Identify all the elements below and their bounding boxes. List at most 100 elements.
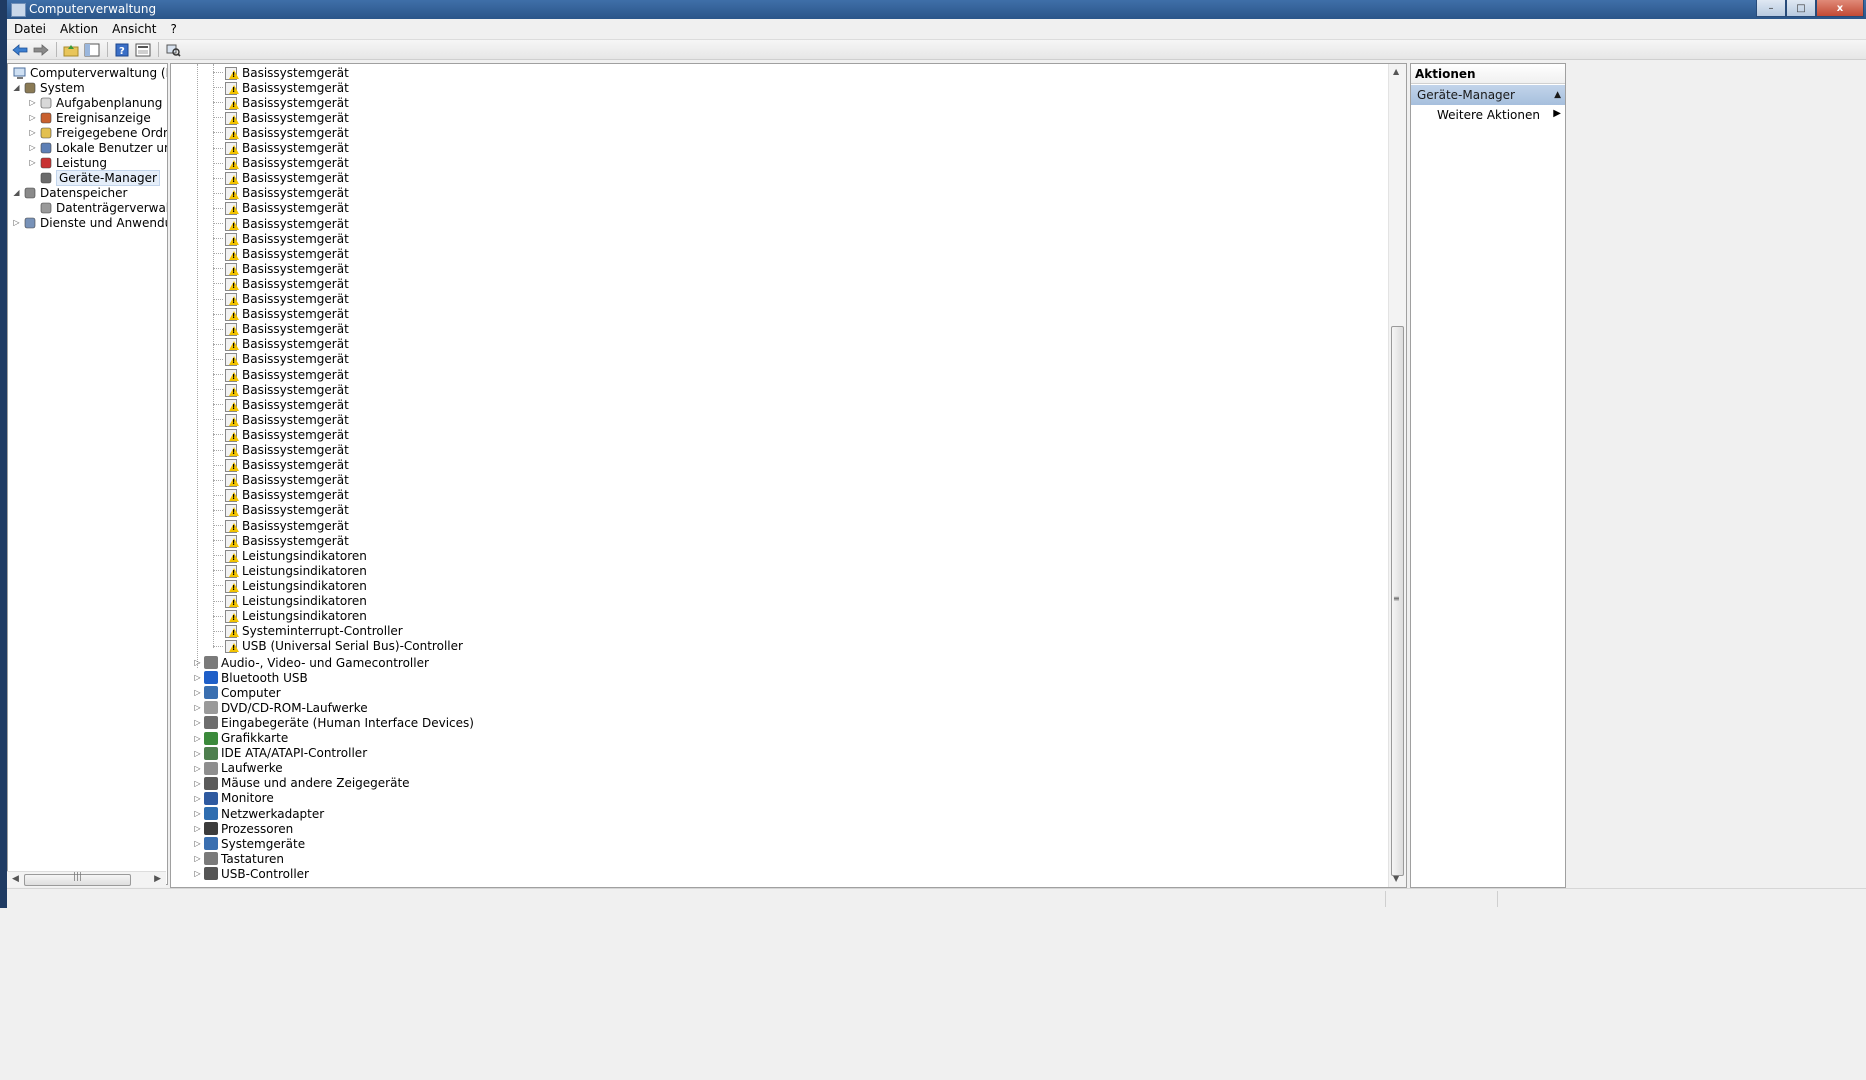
tree-item[interactable]: ▷ Lokale Benutzer und Gruppen [28, 140, 167, 155]
device-item[interactable]: ! Basissystemgerät [213, 276, 349, 291]
tree-expander-icon[interactable]: ▷ [193, 824, 202, 833]
tree-root[interactable]: Computerverwaltung (Lokal) [11, 65, 167, 80]
tree-expander-icon[interactable]: ▷ [28, 128, 37, 137]
show-hide-tree-icon[interactable] [82, 41, 101, 58]
properties-icon[interactable] [133, 41, 152, 58]
submenu-arrow-icon[interactable]: ▶ [1553, 108, 1561, 119]
device-item[interactable]: ! Basissystemgerät [213, 458, 349, 473]
device-category[interactable]: ▷ Netzwerkadapter [193, 806, 324, 821]
device-item[interactable]: ! Basissystemgerät [213, 261, 349, 276]
device-item[interactable]: ! Basissystemgerät [213, 110, 349, 125]
device-item[interactable]: ! Basissystemgerät [213, 125, 349, 140]
tree-expander-icon[interactable]: ▷ [193, 839, 202, 848]
action-more-actions[interactable]: Weitere Aktionen [1437, 106, 1540, 124]
help-icon[interactable]: ? [112, 41, 131, 58]
device-item[interactable]: ! Basissystemgerät [213, 216, 349, 231]
tree-item[interactable]: Geräte-Manager [28, 169, 160, 186]
device-category[interactable]: ▷ Audio-, Video- und Gamecontroller [193, 655, 428, 670]
device-item[interactable]: ! Systeminterrupt-Controller [213, 624, 403, 639]
tree-item[interactable]: ▷ Ereignisanzeige [28, 110, 150, 125]
device-category[interactable]: ▷ Mäuse und andere Zeigegeräte [193, 776, 409, 791]
device-item[interactable]: ! Basissystemgerät [213, 412, 349, 427]
device-item[interactable]: ! Basissystemgerät [213, 95, 349, 110]
tree-expander-icon[interactable]: ▷ [28, 98, 37, 107]
device-item[interactable]: ! Basissystemgerät [213, 246, 349, 261]
collapse-up-icon[interactable]: ▲ [1554, 90, 1561, 100]
device-item[interactable]: ! Basissystemgerät [213, 503, 349, 518]
tree-item[interactable]: ▷ Leistung [28, 155, 107, 170]
scroll-up-icon[interactable]: ▲ [1393, 67, 1399, 76]
tree-expander-icon[interactable]: ▷ [193, 703, 202, 712]
scrollbar-thumb[interactable]: ||| [24, 872, 131, 886]
device-category[interactable]: ▷ Laufwerke [193, 761, 282, 776]
up-folder-icon[interactable] [61, 41, 80, 58]
device-category[interactable]: ▷ Prozessoren [193, 821, 293, 836]
tree-item[interactable]: Datenträgerverwaltung [28, 200, 167, 215]
device-category[interactable]: ▷ Monitore [193, 791, 273, 806]
forward-arrow-icon[interactable] [31, 41, 50, 58]
tree-item[interactable]: ◢ Datenspeicher [12, 185, 127, 200]
device-category[interactable]: ▷ IDE ATA/ATAPI-Controller [193, 746, 367, 761]
tree-horizontal-scrollbar[interactable]: ◀ ||| ▶ [7, 871, 166, 887]
device-item[interactable]: ! Leistungsindikatoren [213, 609, 367, 624]
scroll-down-icon[interactable]: ▼ [1393, 874, 1399, 883]
device-item[interactable]: ! Basissystemgerät [213, 533, 349, 548]
back-arrow-icon[interactable] [10, 41, 29, 58]
minimize-button[interactable]: – [1756, 0, 1786, 17]
tree-item[interactable]: ▷ Freigegebene Ordner [28, 125, 167, 140]
device-item[interactable]: ! Basissystemgerät [213, 337, 349, 352]
device-item[interactable]: ! Leistungsindikatoren [213, 578, 367, 593]
device-item[interactable]: ! Basissystemgerät [213, 65, 349, 80]
device-category[interactable]: ▷ Eingabegeräte (Human Interface Devices) [193, 715, 474, 730]
device-item[interactable]: ! Basissystemgerät [213, 231, 349, 246]
device-item[interactable]: ! Basissystemgerät [213, 352, 349, 367]
device-item[interactable]: ! Basissystemgerät [213, 367, 349, 382]
device-category[interactable]: ▷ Computer [193, 685, 280, 700]
menu-datei[interactable]: Datei [7, 22, 53, 36]
device-item[interactable]: ! Basissystemgerät [213, 473, 349, 488]
device-item[interactable]: ! Leistungsindikatoren [213, 594, 367, 609]
tree-expander-icon[interactable]: ▷ [28, 143, 37, 152]
tree-expander-icon[interactable]: ▷ [193, 718, 202, 727]
tree-item[interactable]: ◢ System [12, 80, 84, 95]
tree-item[interactable]: ▷ Aufgabenplanung [28, 95, 162, 110]
tree-expander-icon[interactable]: ▷ [193, 734, 202, 743]
device-item[interactable]: ! Basissystemgerät [213, 186, 349, 201]
device-category[interactable]: ▷ Grafikkarte [193, 731, 288, 746]
actions-section-device-manager[interactable]: Geräte-Manager ▲ [1411, 85, 1565, 105]
menu-ansicht[interactable]: Ansicht [105, 22, 163, 36]
tree-expander-icon[interactable]: ▷ [193, 673, 202, 682]
device-item[interactable]: ! Basissystemgerät [213, 201, 349, 216]
tree-expander-icon[interactable]: ▷ [193, 854, 202, 863]
device-item[interactable]: ! Basissystemgerät [213, 307, 349, 322]
menu-aktion[interactable]: Aktion [53, 22, 105, 36]
tree-expander-icon[interactable]: ▷ [193, 779, 202, 788]
tree-expander-icon[interactable]: ▷ [28, 158, 37, 167]
device-item[interactable]: ! USB (Universal Serial Bus)-Controller [213, 639, 463, 654]
device-item[interactable]: ! Basissystemgerät [213, 141, 349, 156]
device-item[interactable]: ! Basissystemgerät [213, 382, 349, 397]
close-button[interactable]: x [1816, 0, 1864, 17]
device-item[interactable]: ! Leistungsindikatoren [213, 548, 367, 563]
device-category[interactable]: ▷ USB-Controller [193, 866, 309, 881]
device-category[interactable]: ▷ Bluetooth USB [193, 670, 307, 685]
tree-expander-icon[interactable]: ▷ [193, 794, 202, 803]
tree-expander-icon[interactable]: ▷ [12, 218, 21, 227]
device-item[interactable]: ! Basissystemgerät [213, 443, 349, 458]
maximize-button[interactable]: □ [1786, 0, 1816, 17]
scroll-left-icon[interactable]: ◀ [12, 874, 19, 884]
tree-expander-icon[interactable]: ▷ [193, 809, 202, 818]
scroll-right-icon[interactable]: ▶ [154, 874, 161, 884]
device-vertical-scrollbar[interactable]: ▲ ≡ ▼ [1388, 64, 1406, 887]
device-item[interactable]: ! Basissystemgerät [213, 397, 349, 412]
device-item[interactable]: ! Basissystemgerät [213, 427, 349, 442]
device-category[interactable]: ▷ DVD/CD-ROM-Laufwerke [193, 700, 367, 715]
tree-expander-icon[interactable]: ▷ [193, 869, 202, 878]
tree-expander-icon[interactable]: ▷ [193, 688, 202, 697]
device-category[interactable]: ▷ Tastaturen [193, 851, 284, 866]
scan-hardware-icon[interactable] [163, 41, 182, 58]
device-item[interactable]: ! Basissystemgerät [213, 322, 349, 337]
device-item[interactable]: ! Basissystemgerät [213, 488, 349, 503]
device-item[interactable]: ! Basissystemgerät [213, 156, 349, 171]
device-item[interactable]: ! Leistungsindikatoren [213, 563, 367, 578]
